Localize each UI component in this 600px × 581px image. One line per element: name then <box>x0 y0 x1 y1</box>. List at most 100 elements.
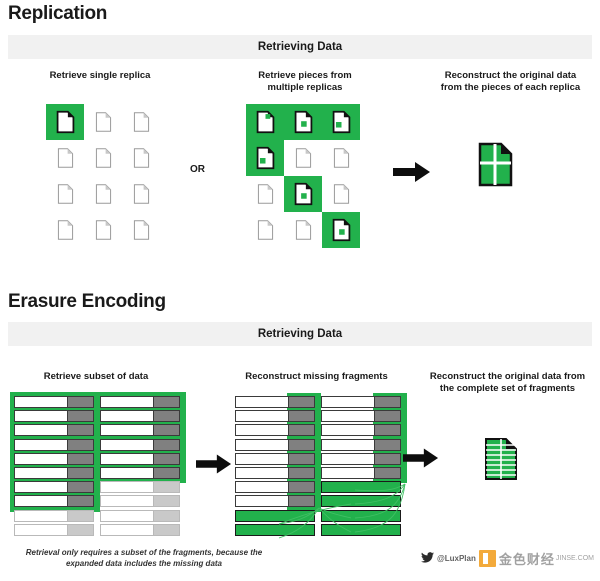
fragment-retrieved <box>100 424 180 437</box>
fragment-intact <box>235 424 315 437</box>
file-icon <box>284 212 322 248</box>
fragment-parity-segment <box>375 438 401 451</box>
fragment-data-segment <box>235 438 289 451</box>
fragment-rebuilt <box>321 509 401 522</box>
fragment-missing <box>14 523 94 536</box>
fragment-parity-segment <box>68 523 94 536</box>
fragment-intact <box>235 452 315 465</box>
fragment-missing <box>100 495 180 508</box>
fragment-parity-segment <box>68 495 94 508</box>
arrow-right-icon-2 <box>196 452 232 481</box>
fragment-parity-segment <box>68 438 94 451</box>
fragment-parity-segment <box>289 396 315 408</box>
fragment-data-segment <box>14 438 68 451</box>
fragment-retrieved <box>100 410 180 423</box>
arrow-right-icon-1 <box>393 160 431 189</box>
fragment-intact <box>321 467 401 479</box>
fragment-missing <box>100 481 180 494</box>
file-icon <box>122 212 160 248</box>
fragment-retrieved <box>100 452 180 465</box>
fragment-data-segment <box>14 410 68 423</box>
fragment-rebuilt <box>235 509 315 522</box>
fragment-intact <box>321 452 401 465</box>
file-icon <box>246 212 284 248</box>
fragment-intact <box>321 410 401 423</box>
fragment-rebuilt <box>321 495 401 508</box>
fragment-parity-segment <box>375 410 401 423</box>
page-title-replication: Replication <box>8 3 108 24</box>
file-icon <box>84 140 122 176</box>
reconstructed-document-quadrants <box>478 142 514 192</box>
fragment-intact <box>235 438 315 451</box>
fragment-data-segment <box>14 452 68 465</box>
fragment-data-segment <box>100 523 154 536</box>
fragment-data-segment <box>321 396 375 408</box>
fragment-parity-segment <box>289 438 315 451</box>
fragment-data-segment <box>14 424 68 437</box>
fragment-rebuilt-segment <box>235 509 315 522</box>
file-icon <box>284 140 322 176</box>
file-icon <box>46 212 84 248</box>
fragment-missing <box>14 509 94 522</box>
file-icon <box>322 176 360 212</box>
caption-retrieve-pieces: Retrieve pieces from multiple replicas <box>258 70 352 93</box>
retrieved-subset-panel <box>10 392 194 541</box>
reconstructed-document-striped <box>484 437 518 486</box>
fragment-parity-segment <box>68 467 94 479</box>
fragment-intact <box>235 410 315 423</box>
fragment-parity-segment <box>154 396 180 408</box>
fragment-parity-segment <box>375 424 401 437</box>
fragment-data-segment <box>235 481 289 494</box>
fragment-rebuilt <box>321 481 401 494</box>
fragment-retrieved <box>14 438 94 451</box>
file-icon <box>84 104 122 140</box>
fragment-retrieved <box>100 438 180 451</box>
watermark-handle: @LuxPlan <box>436 554 476 563</box>
caption-reconstruct-replica: Reconstruct the original data from the p… <box>440 70 581 93</box>
file-icon-highlighted <box>284 104 322 140</box>
fragment-data-segment <box>235 452 289 465</box>
fragment-rebuilt-segment <box>321 481 401 494</box>
fragment-data-segment <box>100 410 154 423</box>
fragment-parity-segment <box>289 410 315 423</box>
fragment-missing <box>100 509 180 522</box>
fragment-intact <box>235 495 315 508</box>
file-icon-highlighted <box>246 140 284 176</box>
fragment-data-segment <box>100 509 154 522</box>
fragment-data-segment <box>100 467 154 479</box>
file-icon-highlighted <box>46 104 84 140</box>
fragment-intact <box>235 396 315 408</box>
caption-reconstruct-complete: Reconstruct the original data from the c… <box>429 371 586 394</box>
fragment-data-segment <box>321 438 375 451</box>
fragment-data-segment <box>235 410 289 423</box>
fragment-parity-segment <box>289 467 315 479</box>
fragment-parity-segment <box>68 396 94 408</box>
fragment-rebuilt-segment <box>321 509 401 522</box>
fragment-parity-segment <box>154 467 180 479</box>
fragment-parity-segment <box>68 424 94 437</box>
fragment-parity-segment <box>375 396 401 408</box>
fragment-rebuilt-segment <box>235 523 315 536</box>
fragment-parity-segment <box>154 424 180 437</box>
fragment-data-segment <box>14 396 68 408</box>
fragment-data-segment <box>321 424 375 437</box>
fragment-retrieved <box>100 467 180 479</box>
band-label-erasure: Retrieving Data <box>257 328 343 340</box>
fragment-parity-segment <box>154 452 180 465</box>
multiple-replicas-grid <box>246 104 360 248</box>
fragment-parity-segment <box>289 452 315 465</box>
fragment-retrieved <box>14 424 94 437</box>
band-label-replication: Retrieving Data <box>257 41 343 53</box>
caption-reconstruct-missing: Reconstruct missing fragments <box>245 371 388 382</box>
arrow-right-icon-3 <box>403 446 439 475</box>
fragment-retrieved <box>14 452 94 465</box>
reconstruct-fragments-panel <box>235 393 415 541</box>
fragment-parity-segment <box>154 495 180 508</box>
fragment-parity-segment <box>375 452 401 465</box>
fragment-data-segment <box>100 452 154 465</box>
fragment-data-segment <box>14 467 68 479</box>
fragment-data-segment <box>321 452 375 465</box>
fragment-retrieved <box>100 396 180 408</box>
file-icon <box>322 140 360 176</box>
single-replica-grid <box>46 104 160 248</box>
